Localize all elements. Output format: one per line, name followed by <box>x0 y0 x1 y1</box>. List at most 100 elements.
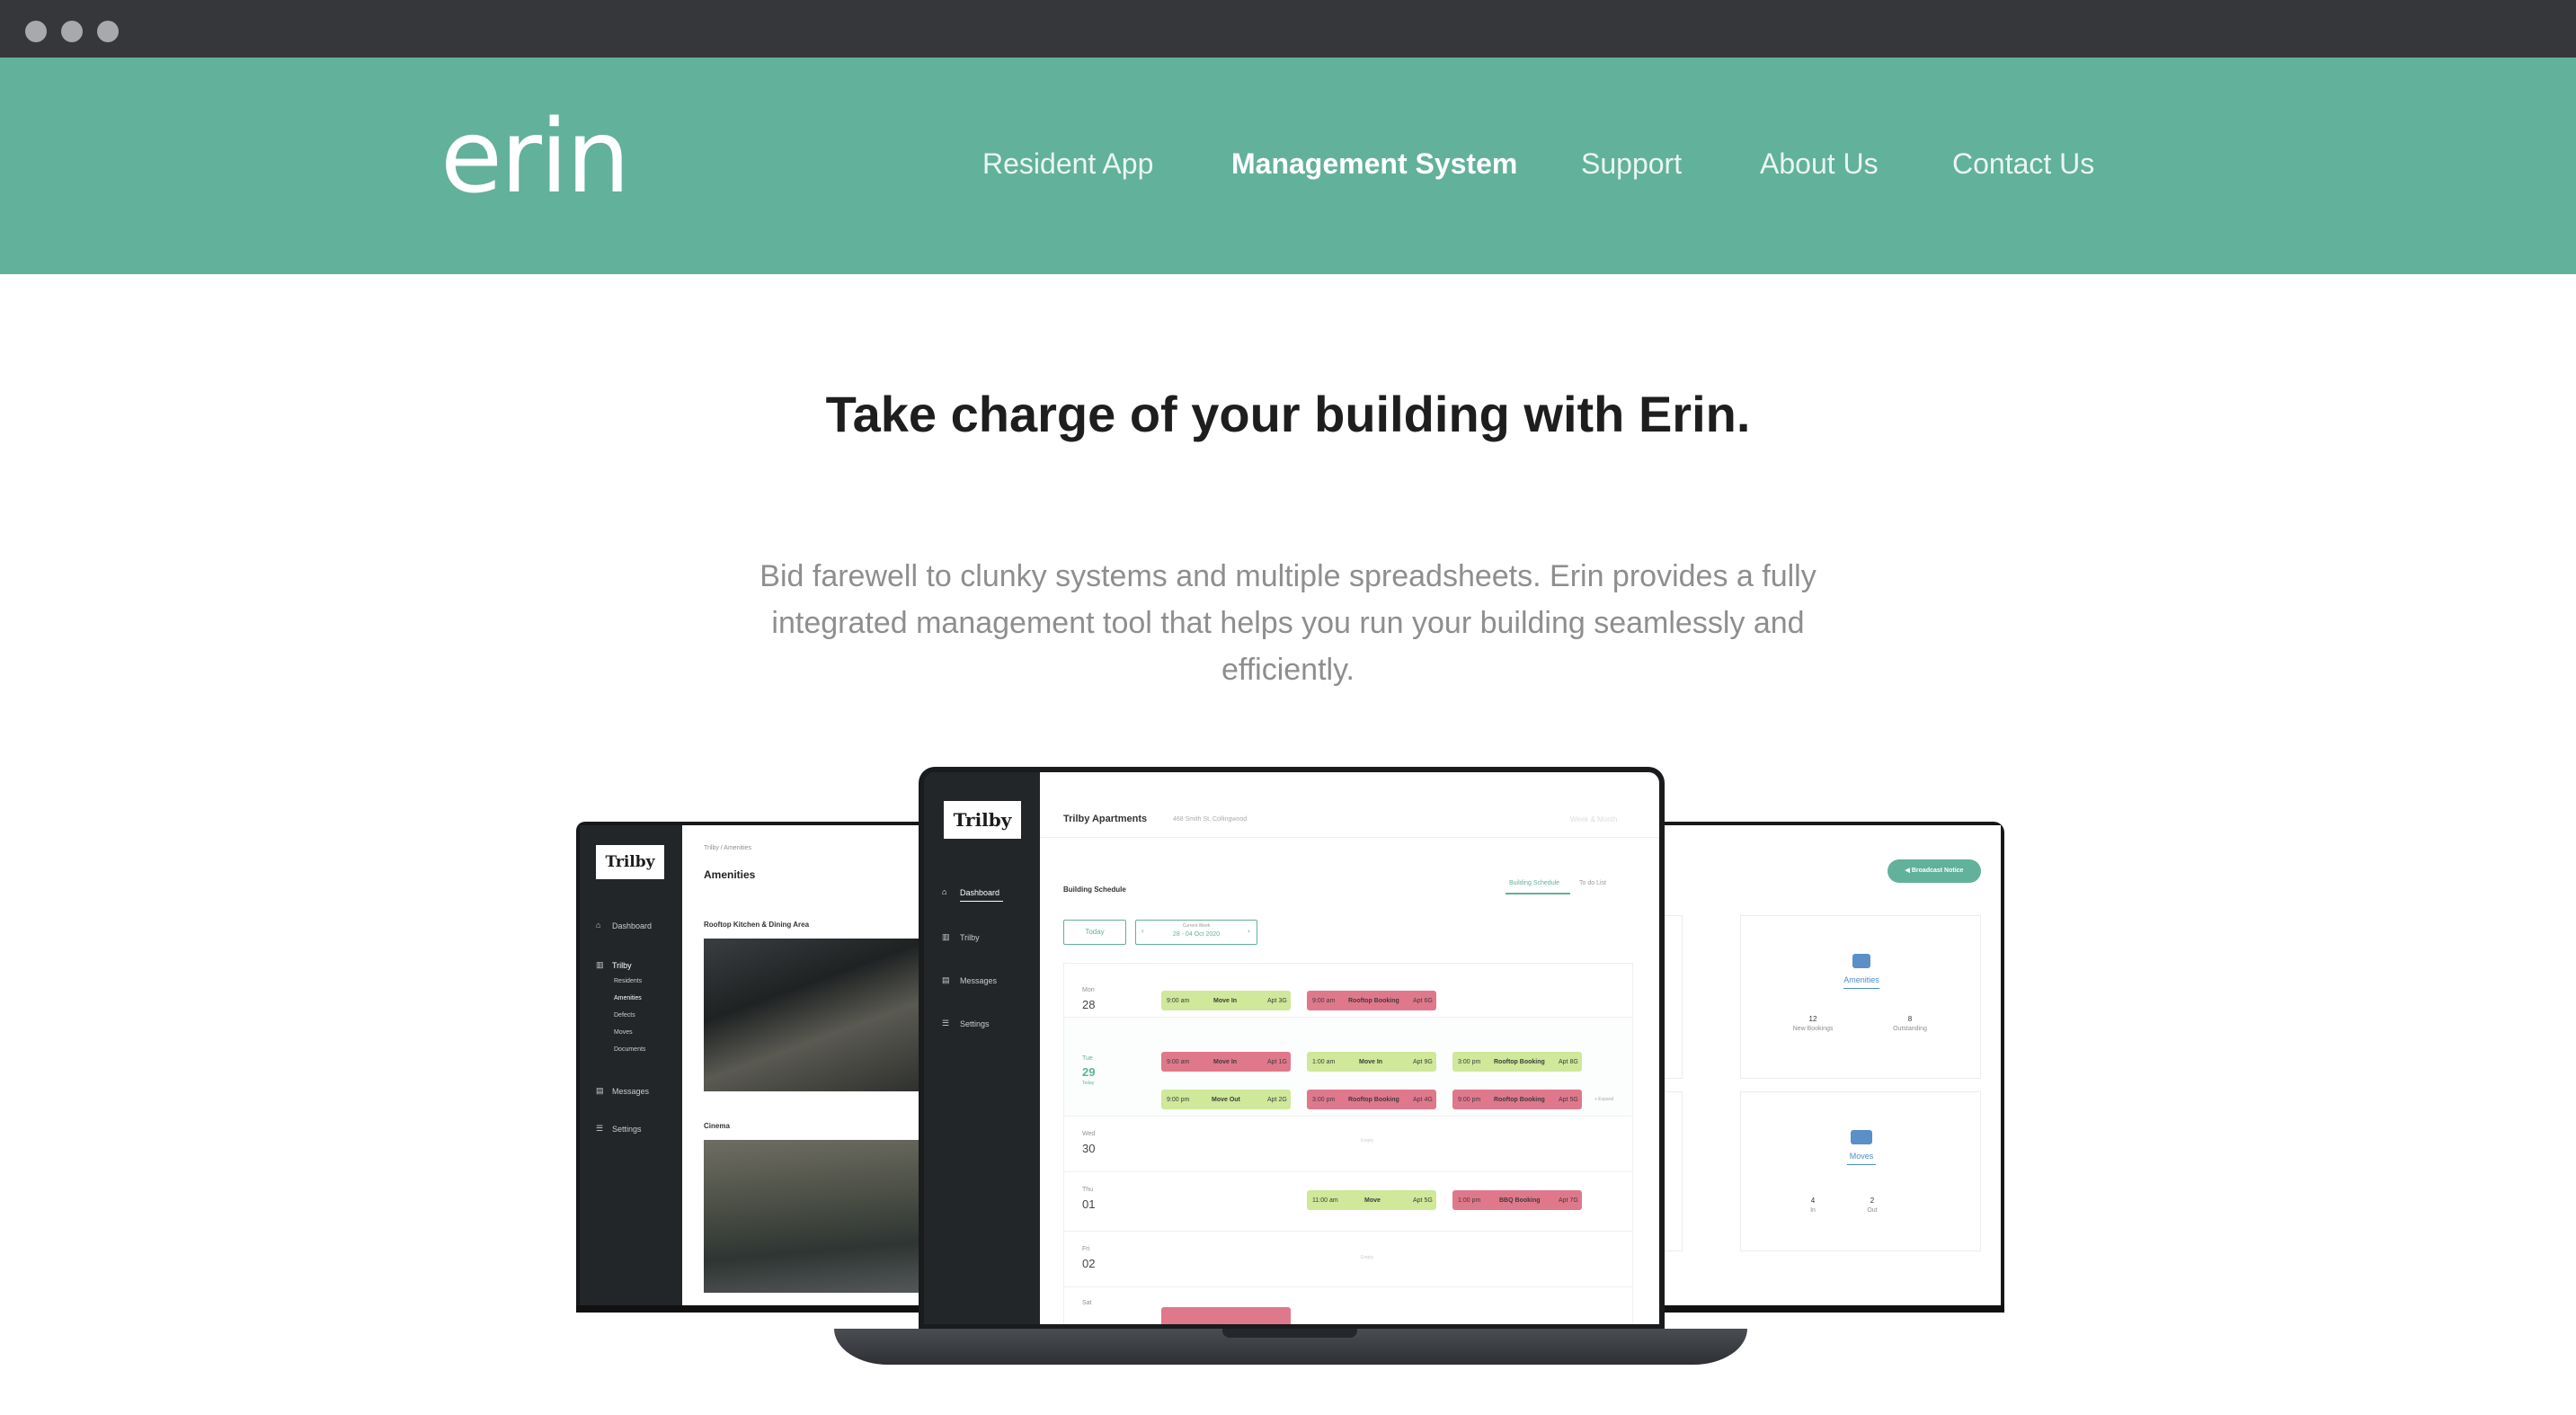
nav-support[interactable]: Support <box>1581 147 1682 181</box>
submenu-moves[interactable]: Moves <box>614 1029 633 1036</box>
cinema-photo[interactable] <box>704 1140 936 1293</box>
active-tab-underline <box>1506 893 1570 894</box>
moves-out-value: 2 <box>1870 1197 1875 1205</box>
event-move-in[interactable]: 9:00 am Move In Apt 1G <box>1161 1052 1291 1072</box>
event-move-in[interactable]: 1:00 am Move In Apt 9G <box>1307 1052 1436 1072</box>
truck-icon <box>1851 1130 1872 1144</box>
building-address: 468 Smith St, Collingwood <box>1173 816 1248 823</box>
event-rooftop-booking[interactable]: 9:00 am Rooftop Booking Apt 6G <box>1307 991 1436 1010</box>
left-sidebar: Trilby ⌂ Dashboard ▥ Trilby Residents Am… <box>580 825 682 1309</box>
submenu-documents[interactable]: Documents <box>614 1046 645 1053</box>
day-number: 30 <box>1082 1142 1096 1155</box>
event-move-in[interactable]: 9:00 am Move In Apt 3G <box>1161 991 1291 1010</box>
schedule-grid: Mon 28 9:00 am Move In Apt 3G 9:00 am Rooft… <box>1063 963 1633 1324</box>
rooftop-photo[interactable] <box>704 939 936 1091</box>
moves-in-label: In <box>1810 1207 1816 1214</box>
submenu-residents[interactable]: Residents <box>614 978 642 984</box>
amenities-card[interactable]: Amenities 12 New Bookings 8 Outstanding <box>1740 915 1981 1079</box>
megaphone-icon: ◀ <box>1905 868 1910 874</box>
sidebar-item-messages[interactable]: Messages <box>612 1087 649 1096</box>
left-device-base <box>576 1305 936 1313</box>
day-row-tue: Tue 29 Today 9:00 am Move In Apt 1G 1:00 a… <box>1064 1018 1632 1117</box>
day-number: 02 <box>1082 1257 1096 1270</box>
empty-label: Empty <box>1361 1138 1374 1144</box>
building-name: Trilby Apartments <box>1063 814 1148 824</box>
broadcast-notice-button[interactable]: ◀ Broadcast Notice <box>1888 859 1981 883</box>
active-underline <box>960 901 1003 902</box>
new-bookings-label: New Bookings <box>1792 1026 1834 1032</box>
day-name: Wed <box>1082 1131 1096 1137</box>
home-icon: ⌂ <box>942 887 947 896</box>
event-move-out[interactable]: 9:00 pm Move Out Apt 2G <box>1161 1090 1291 1109</box>
amenities-title: Amenities <box>704 868 756 881</box>
nav-contact-us[interactable]: Contact Us <box>1952 147 2094 181</box>
hero-description: Bid farewell to clunky systems and multi… <box>759 559 1817 687</box>
nav-about-us[interactable]: About Us <box>1760 147 1879 181</box>
day-row-wed: Wed 30 Empty <box>1064 1117 1632 1172</box>
sofa-icon <box>1852 954 1870 968</box>
expand-link[interactable]: + Expand <box>1594 1097 1613 1102</box>
trilby-logo: Trilby <box>596 845 664 879</box>
moves-card[interactable]: Moves 4 In 2 Out <box>1740 1091 1981 1251</box>
day-name: Mon <box>1082 987 1095 993</box>
submenu-amenities[interactable]: Amenities <box>614 995 642 1001</box>
day-name: Sat <box>1082 1300 1092 1306</box>
section-rooftop: Rooftop Kitchen & Dining Area <box>704 921 810 929</box>
sidebar-item-settings[interactable]: Settings <box>612 1125 642 1134</box>
tab-building-schedule[interactable]: Building Schedule <box>1509 880 1559 886</box>
section-cinema: Cinema <box>704 1122 730 1130</box>
day-name: Thu <box>1082 1187 1094 1193</box>
page: erin Resident App Management System Supp… <box>0 0 2576 1415</box>
moves-in-value: 4 <box>1810 1197 1816 1205</box>
week-range: 28 - 04 Oct 2020 <box>1172 931 1221 938</box>
building-icon: ▥ <box>596 960 604 969</box>
sidebar-item-messages[interactable]: Messages <box>960 976 997 985</box>
title-underline <box>1843 988 1879 989</box>
event-rooftop-booking[interactable]: 3:00 pm Rooftop Booking Apt 4G <box>1307 1090 1436 1109</box>
event-rooftop-booking[interactable]: 3:00 pm Rooftop Booking Apt 8G <box>1452 1052 1582 1072</box>
tab-todo-list[interactable]: To do List <box>1579 880 1606 886</box>
site-header: erin Resident App Management System Supp… <box>0 58 2576 274</box>
hero-title: Take charge of your building with Erin. <box>825 386 1751 442</box>
week-label: Current Week <box>1182 923 1211 929</box>
maximize-window-button[interactable] <box>97 21 119 42</box>
user-menu[interactable]: Week & Month <box>1570 815 1617 823</box>
moves-card-title: Moves <box>1849 1152 1874 1161</box>
sidebar-item-settings[interactable]: Settings <box>960 1019 990 1028</box>
day-number: 29 <box>1082 1065 1096 1079</box>
outstanding-value: 8 <box>1907 1015 1913 1023</box>
sidebar-item-trilby[interactable]: Trilby <box>612 961 632 970</box>
submenu-defects[interactable]: Defects <box>614 1012 635 1019</box>
right-content: ◀ Broadcast Notice Amenities 12 New Book… <box>1661 825 2001 1309</box>
event-rooftop-booking[interactable]: 9:00 pm Rooftop Booking Apt 5G <box>1452 1090 1582 1109</box>
week-picker[interactable]: ‹ Current Week 28 - 04 Oct 2020 › <box>1135 920 1257 945</box>
minimize-window-button[interactable] <box>61 21 83 42</box>
section-title: Building Schedule <box>1063 885 1126 894</box>
sidebar-item-dashboard[interactable]: Dashboard <box>960 888 999 897</box>
moves-out-label: Out <box>1867 1207 1878 1214</box>
messages-icon: ▤ <box>596 1086 604 1095</box>
right-device: ◀ Broadcast Notice Amenities 12 New Book… <box>1661 822 2004 1313</box>
window-titlebar <box>0 0 2576 58</box>
right-device-base <box>1661 1305 2004 1313</box>
erin-logo[interactable]: erin <box>440 97 630 218</box>
day-name: Tue <box>1082 1055 1093 1062</box>
nav-resident-app[interactable]: Resident App <box>982 147 1153 181</box>
settings-icon: ☰ <box>942 1019 950 1028</box>
day-row-thu: Thu 01 11:00 am Move Apt 5G 1:00 pm BBQ Boo… <box>1064 1172 1632 1232</box>
event-bbq-booking[interactable]: 1:00 pm BBQ Booking Apt 7G <box>1452 1190 1582 1210</box>
sidebar-item-dashboard[interactable]: Dashboard <box>612 921 652 930</box>
event-partial[interactable] <box>1161 1307 1291 1324</box>
left-device: Trilby ⌂ Dashboard ▥ Trilby Residents Am… <box>576 822 936 1313</box>
today-note: Today <box>1082 1081 1095 1086</box>
nav-management-system[interactable]: Management System <box>1231 147 1517 181</box>
left-content: Trilby / Amenities Amenities Rooftop Kit… <box>682 825 936 1309</box>
title-underline <box>1847 1164 1876 1165</box>
sidebar-item-trilby[interactable]: Trilby <box>960 933 980 942</box>
chevron-right-icon[interactable]: › <box>1248 927 1250 935</box>
day-name: Fri <box>1082 1246 1090 1252</box>
event-move[interactable]: 11:00 am Move Apt 5G <box>1307 1190 1436 1210</box>
header-divider <box>1040 837 1659 838</box>
today-button[interactable]: Today <box>1063 920 1126 945</box>
close-window-button[interactable] <box>25 21 47 42</box>
